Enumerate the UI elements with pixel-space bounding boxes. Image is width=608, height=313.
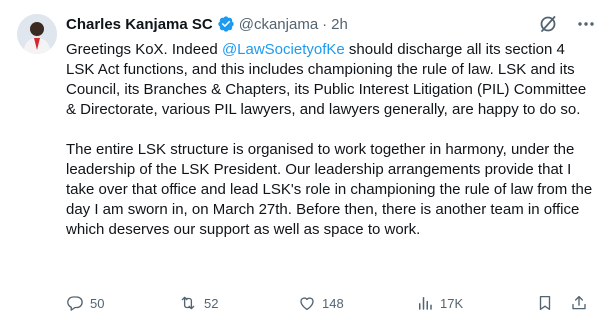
heart-icon: [298, 294, 316, 312]
reply-icon: [66, 294, 84, 312]
mention-link[interactable]: @LawSocietyofKe: [222, 41, 345, 58]
tweet[interactable]: Charles Kanjama SC @ckanjama · 2h Greeti…: [0, 0, 608, 313]
tweet-paragraph-1: Greetings KoX. Indeed @LawSocietyofKe sh…: [66, 40, 596, 120]
bookmark-button[interactable]: [536, 293, 554, 313]
tweet-actions: 50 52 148 17K: [66, 293, 596, 313]
share-button[interactable]: [570, 293, 588, 313]
like-button[interactable]: 148: [298, 293, 344, 313]
timestamp[interactable]: 2h: [331, 16, 348, 33]
tweet-paragraph-2: The entire LSK structure is organised to…: [66, 141, 593, 238]
verified-badge-icon: [217, 15, 235, 33]
author-name[interactable]: Charles Kanjama SC: [66, 16, 213, 33]
repost-button[interactable]: 52: [178, 293, 218, 313]
tweet-header: Charles Kanjama SC @ckanjama · 2h: [66, 13, 596, 35]
share-icon: [570, 294, 588, 312]
views-chart-icon: [416, 294, 434, 312]
bookmark-icon: [536, 294, 554, 312]
repost-icon: [178, 294, 198, 312]
reply-button[interactable]: 50: [66, 293, 104, 313]
grok-slash-icon[interactable]: [538, 14, 558, 34]
like-count: 148: [322, 295, 344, 311]
more-dots-icon[interactable]: [576, 14, 596, 34]
tweet-text: Greetings KoX. Indeed @LawSocietyofKe sh…: [66, 40, 596, 240]
reply-count: 50: [90, 295, 105, 311]
author-handle[interactable]: @ckanjama: [239, 16, 318, 33]
avatar[interactable]: [17, 14, 57, 54]
separator-dot: ·: [322, 15, 328, 33]
views-button[interactable]: 17K: [416, 293, 463, 313]
tweet-text-segment: Greetings KoX. Indeed: [66, 41, 222, 58]
repost-count: 52: [204, 295, 219, 311]
views-count: 17K: [440, 295, 464, 311]
header-actions: [538, 13, 596, 35]
